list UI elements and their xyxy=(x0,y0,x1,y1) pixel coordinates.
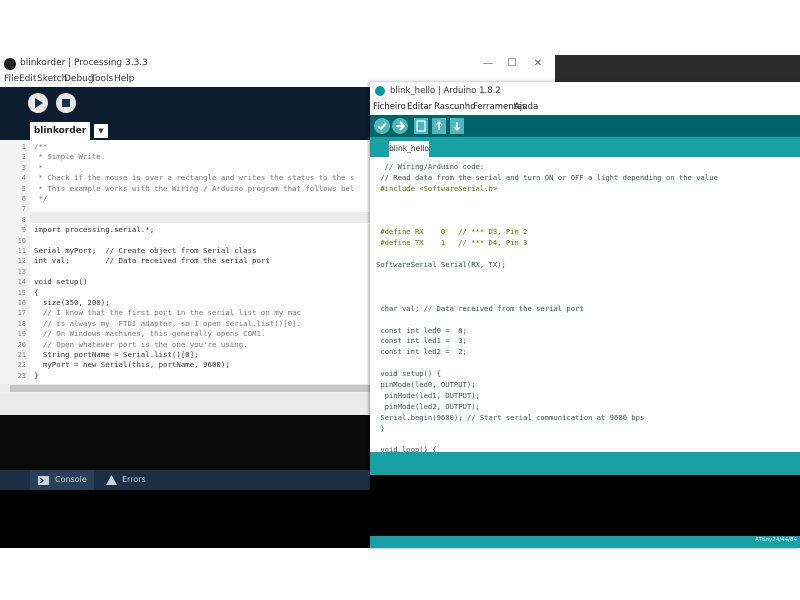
line-number: 16 xyxy=(17,299,26,307)
arrow-right-icon xyxy=(396,121,406,131)
line-number: 17 xyxy=(17,309,26,318)
line-number: 14 xyxy=(17,278,26,287)
arduino-window-title: blink_hello | Arduino 1.8.2 xyxy=(390,86,501,96)
console-tab-label: Console xyxy=(55,475,87,484)
arduino-toolbar xyxy=(370,115,800,137)
arrow-down-icon xyxy=(453,122,461,132)
new-file-icon xyxy=(416,120,426,132)
line-number: 15 xyxy=(17,288,26,297)
line-number: 2 xyxy=(21,153,26,162)
line-number: 10 xyxy=(17,236,26,245)
menu-edit[interactable]: Edit xyxy=(19,74,36,84)
code-line: pinMode(led1, OUTPUT); xyxy=(376,390,480,400)
menu-file[interactable]: File xyxy=(4,74,19,84)
code-line: void loop() { xyxy=(376,445,437,452)
code-line: char val; // Data received from the seri… xyxy=(376,303,584,313)
code-line: } xyxy=(376,423,385,433)
line-number: 21 xyxy=(17,351,26,359)
menu-ficheiro[interactable]: Ficheiro xyxy=(373,102,406,112)
line-number: 8 xyxy=(21,215,26,224)
menu-rascunho[interactable]: Rascunho xyxy=(434,102,475,112)
line-number: 1 xyxy=(21,143,26,151)
maximize-icon[interactable]: ☐ xyxy=(502,56,522,72)
arduino-logo-icon xyxy=(375,86,385,96)
code-line: const int led2 = 2; xyxy=(376,347,467,357)
new-sketch-button[interactable] xyxy=(414,118,428,134)
close-icon[interactable]: ✕ xyxy=(528,56,548,72)
code-line: // Wiring/Arduino code: xyxy=(376,162,485,171)
code-line: Serial.begin(9600); // Start serial comm… xyxy=(376,412,645,422)
arrow-up-icon xyxy=(435,120,443,130)
tab-blink-hello[interactable]: blink_hello xyxy=(389,141,429,157)
line-number: 18 xyxy=(17,319,26,328)
arduino-message-area xyxy=(370,452,800,475)
code-line: const int led1 = 3; xyxy=(376,336,467,346)
line-number: 23 xyxy=(17,371,26,380)
arduino-status-bar: ATtiny24/44/84 xyxy=(370,536,800,548)
menu-tools[interactable]: Tools xyxy=(91,74,113,84)
line-number: 5 xyxy=(21,184,26,193)
play-icon xyxy=(35,98,43,108)
code-line: #include <SoftwareSerial.h> xyxy=(376,183,498,193)
board-status-text: ATtiny24/44/84 xyxy=(755,537,797,543)
console-icon xyxy=(38,476,49,485)
save-sketch-button[interactable] xyxy=(450,118,464,134)
line-number: 22 xyxy=(17,361,26,370)
code-line: void setup() { xyxy=(376,369,441,379)
code-line: SoftwareSerial Serial(RX, TX); xyxy=(376,260,506,270)
tab-errors[interactable]: Errors xyxy=(100,470,160,490)
code-line: const int led0 = 8; xyxy=(376,325,467,335)
arduino-window: blink_hello | Arduino 1.8.2 Ficheiro Edi… xyxy=(370,82,800,548)
run-button[interactable] xyxy=(28,93,48,113)
menu-help[interactable]: Help xyxy=(114,74,135,84)
open-sketch-button[interactable] xyxy=(432,118,446,134)
line-number: 3 xyxy=(21,163,26,172)
line-number: 19 xyxy=(17,330,26,339)
menu-ajuda[interactable]: Ajuda xyxy=(514,102,538,112)
line-number: 4 xyxy=(21,174,26,183)
arduino-titlebar: blink_hello | Arduino 1.8.2 xyxy=(370,82,800,100)
line-number: 7 xyxy=(21,205,26,214)
line-number: 6 xyxy=(21,195,26,203)
stop-icon xyxy=(62,99,70,107)
line-number: 9 xyxy=(21,226,26,235)
arduino-code-editor[interactable]: // Wiring/Arduino code: // Read data fro… xyxy=(370,157,800,452)
check-icon xyxy=(377,122,387,131)
warning-icon xyxy=(106,475,117,485)
tab-console[interactable]: Console xyxy=(30,470,94,490)
line-number: 11 xyxy=(17,247,26,255)
menu-sketch[interactable]: Sketch xyxy=(37,74,67,84)
verify-button[interactable] xyxy=(374,118,390,134)
code-line: #define RX 0 // *** D3, Pin 2 xyxy=(376,227,528,237)
minimize-icon[interactable]: — xyxy=(478,56,498,72)
arduino-menubar: Ficheiro Editar Rascunho Ferramentas Aju… xyxy=(370,100,800,115)
menu-debug[interactable]: Debug xyxy=(64,74,94,84)
line-number: 12 xyxy=(17,257,26,266)
upload-button[interactable] xyxy=(392,118,408,134)
desktop-background xyxy=(555,55,800,83)
menu-editar[interactable]: Editar xyxy=(407,102,432,112)
line-number: 13 xyxy=(17,267,26,276)
tab-menu-chevron-down-icon[interactable]: ▼ xyxy=(94,124,108,138)
code-line: #define TX 1 // *** D4, Pin 3 xyxy=(376,238,528,248)
errors-tab-label: Errors xyxy=(122,475,146,484)
code-line: pinMode(led2, OUTPUT); xyxy=(376,401,480,411)
line-number: 20 xyxy=(17,340,26,349)
arduino-tabbar: blink_hello xyxy=(370,137,800,157)
processing-logo-icon xyxy=(4,58,16,70)
processing-titlebar: blinkorder | Processing 3.3.3 — ☐ ✕ xyxy=(0,55,555,74)
code-line: // Read data from the serial and turn ON… xyxy=(376,172,718,182)
tab-blinkorder[interactable]: blinkorder xyxy=(30,122,90,140)
arduino-console-output xyxy=(370,475,800,536)
code-line: pinMode(led0, OUTPUT); xyxy=(376,380,476,389)
processing-window-title: blinkorder | Processing 3.3.3 xyxy=(20,58,148,68)
stop-button[interactable] xyxy=(56,93,76,113)
